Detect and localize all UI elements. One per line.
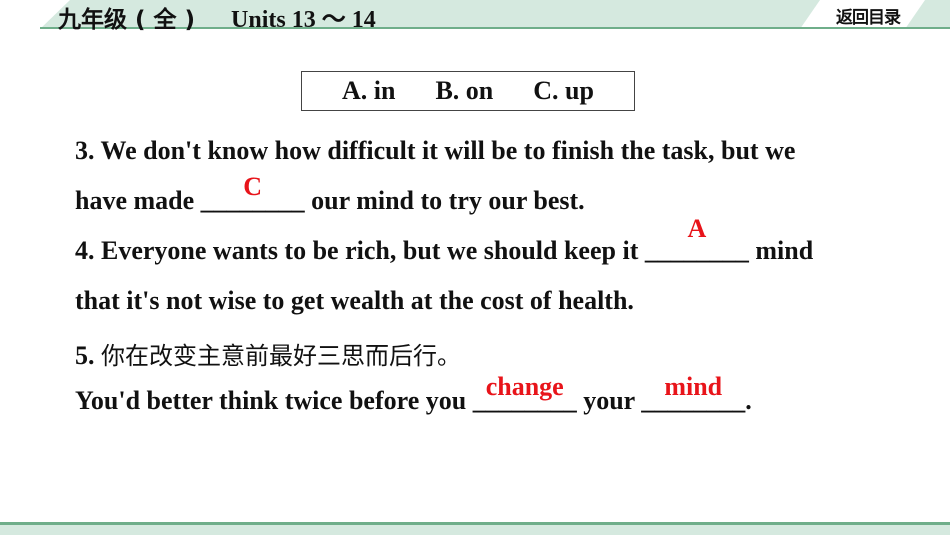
q4-blank: ________ A <box>645 214 749 266</box>
q5-line1: 5. 你在改变主意前最好三思而后行。 <box>75 336 461 371</box>
options-box: A. in B. on C. up <box>301 71 635 111</box>
q3-line1: 3. We don't know how difficult it will b… <box>75 136 796 165</box>
q5-blank2: ________ mind <box>641 372 745 416</box>
q5-blank1: ________ change <box>473 372 577 416</box>
footer-band <box>0 522 950 535</box>
q5-number: 5. <box>75 341 101 370</box>
grade-label: 九年级 ( 全 ) <box>58 7 196 33</box>
q4-text-post: mind <box>748 236 814 265</box>
option-c: C. up <box>533 76 594 105</box>
header-title: 九年级 ( 全 ) Units 13 ～ 14 <box>58 0 376 34</box>
q3-text-post: our mind to try our best. <box>304 186 585 215</box>
q5-line2: You'd better think twice before you ____… <box>75 372 752 416</box>
q3-text-pre: have made <box>75 186 201 215</box>
q5-text-pre: You'd better think twice before you <box>75 386 473 415</box>
q5-text-mid: your <box>576 386 642 415</box>
q4-text-pre: 4. Everyone wants to be rich, but we sho… <box>75 236 645 265</box>
q3-answer: C <box>243 172 263 201</box>
units-label: Units 13 ～ 14 <box>231 7 376 33</box>
q5-answer2: mind <box>664 372 723 401</box>
header-band: 九年级 ( 全 ) Units 13 ～ 14 返回目录 <box>0 0 950 33</box>
back-to-contents-button[interactable]: 返回目录 <box>836 3 901 28</box>
q4-line1: 4. Everyone wants to be rich, but we sho… <box>75 214 814 266</box>
option-b: B. on <box>435 76 494 105</box>
q5-chinese: 你在改变主意前最好三思而后行。 <box>101 342 461 370</box>
q4-answer: A <box>687 214 707 243</box>
q3-blank: ________ C <box>201 172 305 216</box>
q5-text-end: . <box>745 386 752 415</box>
q3-line2: have made ________ C our mind to try our … <box>75 172 585 216</box>
q5-answer1: change <box>485 372 564 401</box>
option-a: A. in <box>342 76 396 105</box>
q4-line2: that it's not wise to get wealth at the … <box>75 286 634 315</box>
